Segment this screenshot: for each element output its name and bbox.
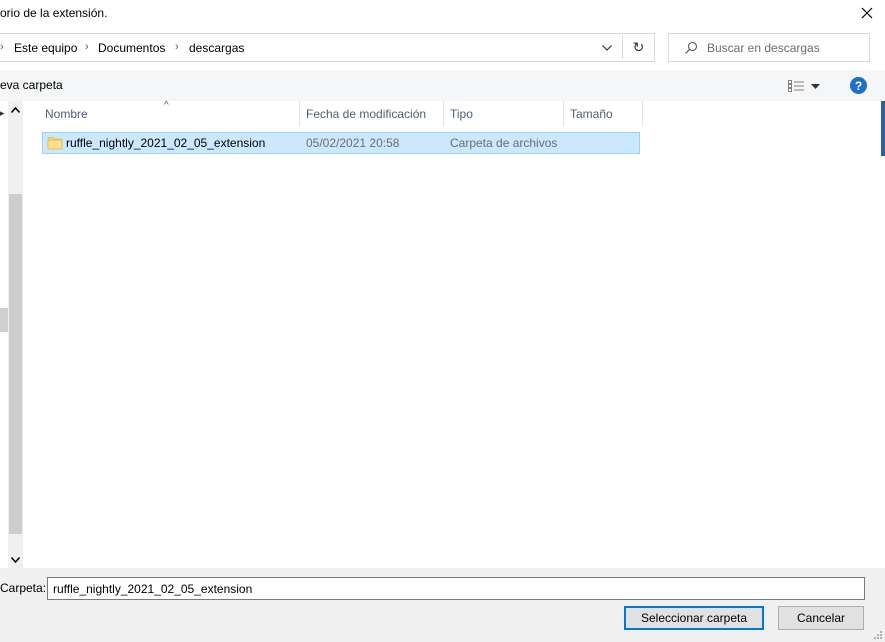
toolbar: eva carpeta <box>0 70 885 101</box>
window-edge-accent <box>881 101 885 156</box>
navigation-pane[interactable]: ▸ <box>0 101 8 568</box>
breadcrumb-descargas[interactable]: descargas <box>189 41 244 55</box>
close-button[interactable] <box>849 0 885 26</box>
new-folder-button[interactable]: eva carpeta <box>0 78 63 92</box>
breadcrumb-chevron-icon[interactable]: › <box>175 41 179 53</box>
nav-scrollbar[interactable] <box>8 101 23 568</box>
scroll-thumb[interactable] <box>9 194 22 534</box>
chevron-down-icon <box>11 556 20 563</box>
address-bar[interactable]: › Este equipo › Documentos › descargas ↻ <box>0 33 655 62</box>
breadcrumb-chevron-icon[interactable]: › <box>85 41 89 53</box>
refresh-icon: ↻ <box>632 39 645 55</box>
breadcrumb-chevron-icon[interactable]: › <box>0 41 4 53</box>
column-divider[interactable] <box>299 101 300 126</box>
column-header-type[interactable]: Tipo <box>450 101 563 126</box>
folder-name-input[interactable] <box>47 577 865 600</box>
cancel-button[interactable]: Cancelar <box>778 606 864 630</box>
search-input[interactable] <box>707 39 867 57</box>
resize-grip-icon[interactable] <box>873 630 883 640</box>
chevron-down-icon <box>811 83 820 89</box>
column-divider[interactable] <box>443 101 444 126</box>
dialog-footer: Carpeta: Seleccionar carpeta Cancelar <box>0 568 885 642</box>
title-bar: orio de la extensión. <box>0 0 885 28</box>
table-row[interactable]: ruffle_nightly_2021_02_05_extension 05/0… <box>42 132 640 154</box>
file-type: Carpeta de archivos <box>450 136 558 150</box>
scroll-down-button[interactable] <box>8 551 23 568</box>
column-header-modified[interactable]: Fecha de modificación <box>306 101 443 126</box>
file-modified: 05/02/2021 20:58 <box>306 136 400 150</box>
close-icon <box>861 7 873 19</box>
view-details-icon <box>788 80 804 92</box>
chevron-down-icon <box>602 44 612 51</box>
refresh-button[interactable]: ↻ <box>623 34 654 61</box>
breadcrumb-documentos[interactable]: Documentos <box>98 41 165 55</box>
column-header-size[interactable]: Tamaño <box>570 101 642 126</box>
navigation-selected-marker <box>0 308 8 332</box>
chevron-up-icon <box>11 106 20 113</box>
help-button[interactable]: ? <box>850 77 867 94</box>
search-box[interactable] <box>668 33 870 62</box>
scroll-up-button[interactable] <box>8 101 23 118</box>
help-icon: ? <box>854 78 863 93</box>
column-divider[interactable] <box>563 101 564 126</box>
dialog-title: orio de la extensión. <box>0 6 108 20</box>
view-options-button[interactable] <box>786 76 826 96</box>
column-divider[interactable] <box>642 101 643 126</box>
column-headers: ^ Nombre Fecha de modificación Tipo Tama… <box>23 100 881 126</box>
folder-icon <box>47 137 63 150</box>
file-name: ruffle_nightly_2021_02_05_extension <box>66 136 266 150</box>
expand-arrow-icon[interactable]: ▸ <box>0 108 5 119</box>
breadcrumb-este-equipo[interactable]: Este equipo <box>14 41 77 55</box>
select-folder-button[interactable]: Seleccionar carpeta <box>624 606 764 630</box>
address-dropdown-button[interactable] <box>593 34 621 61</box>
column-header-name[interactable]: Nombre <box>45 101 299 126</box>
folder-label: Carpeta: <box>0 581 47 595</box>
search-icon <box>685 41 698 54</box>
